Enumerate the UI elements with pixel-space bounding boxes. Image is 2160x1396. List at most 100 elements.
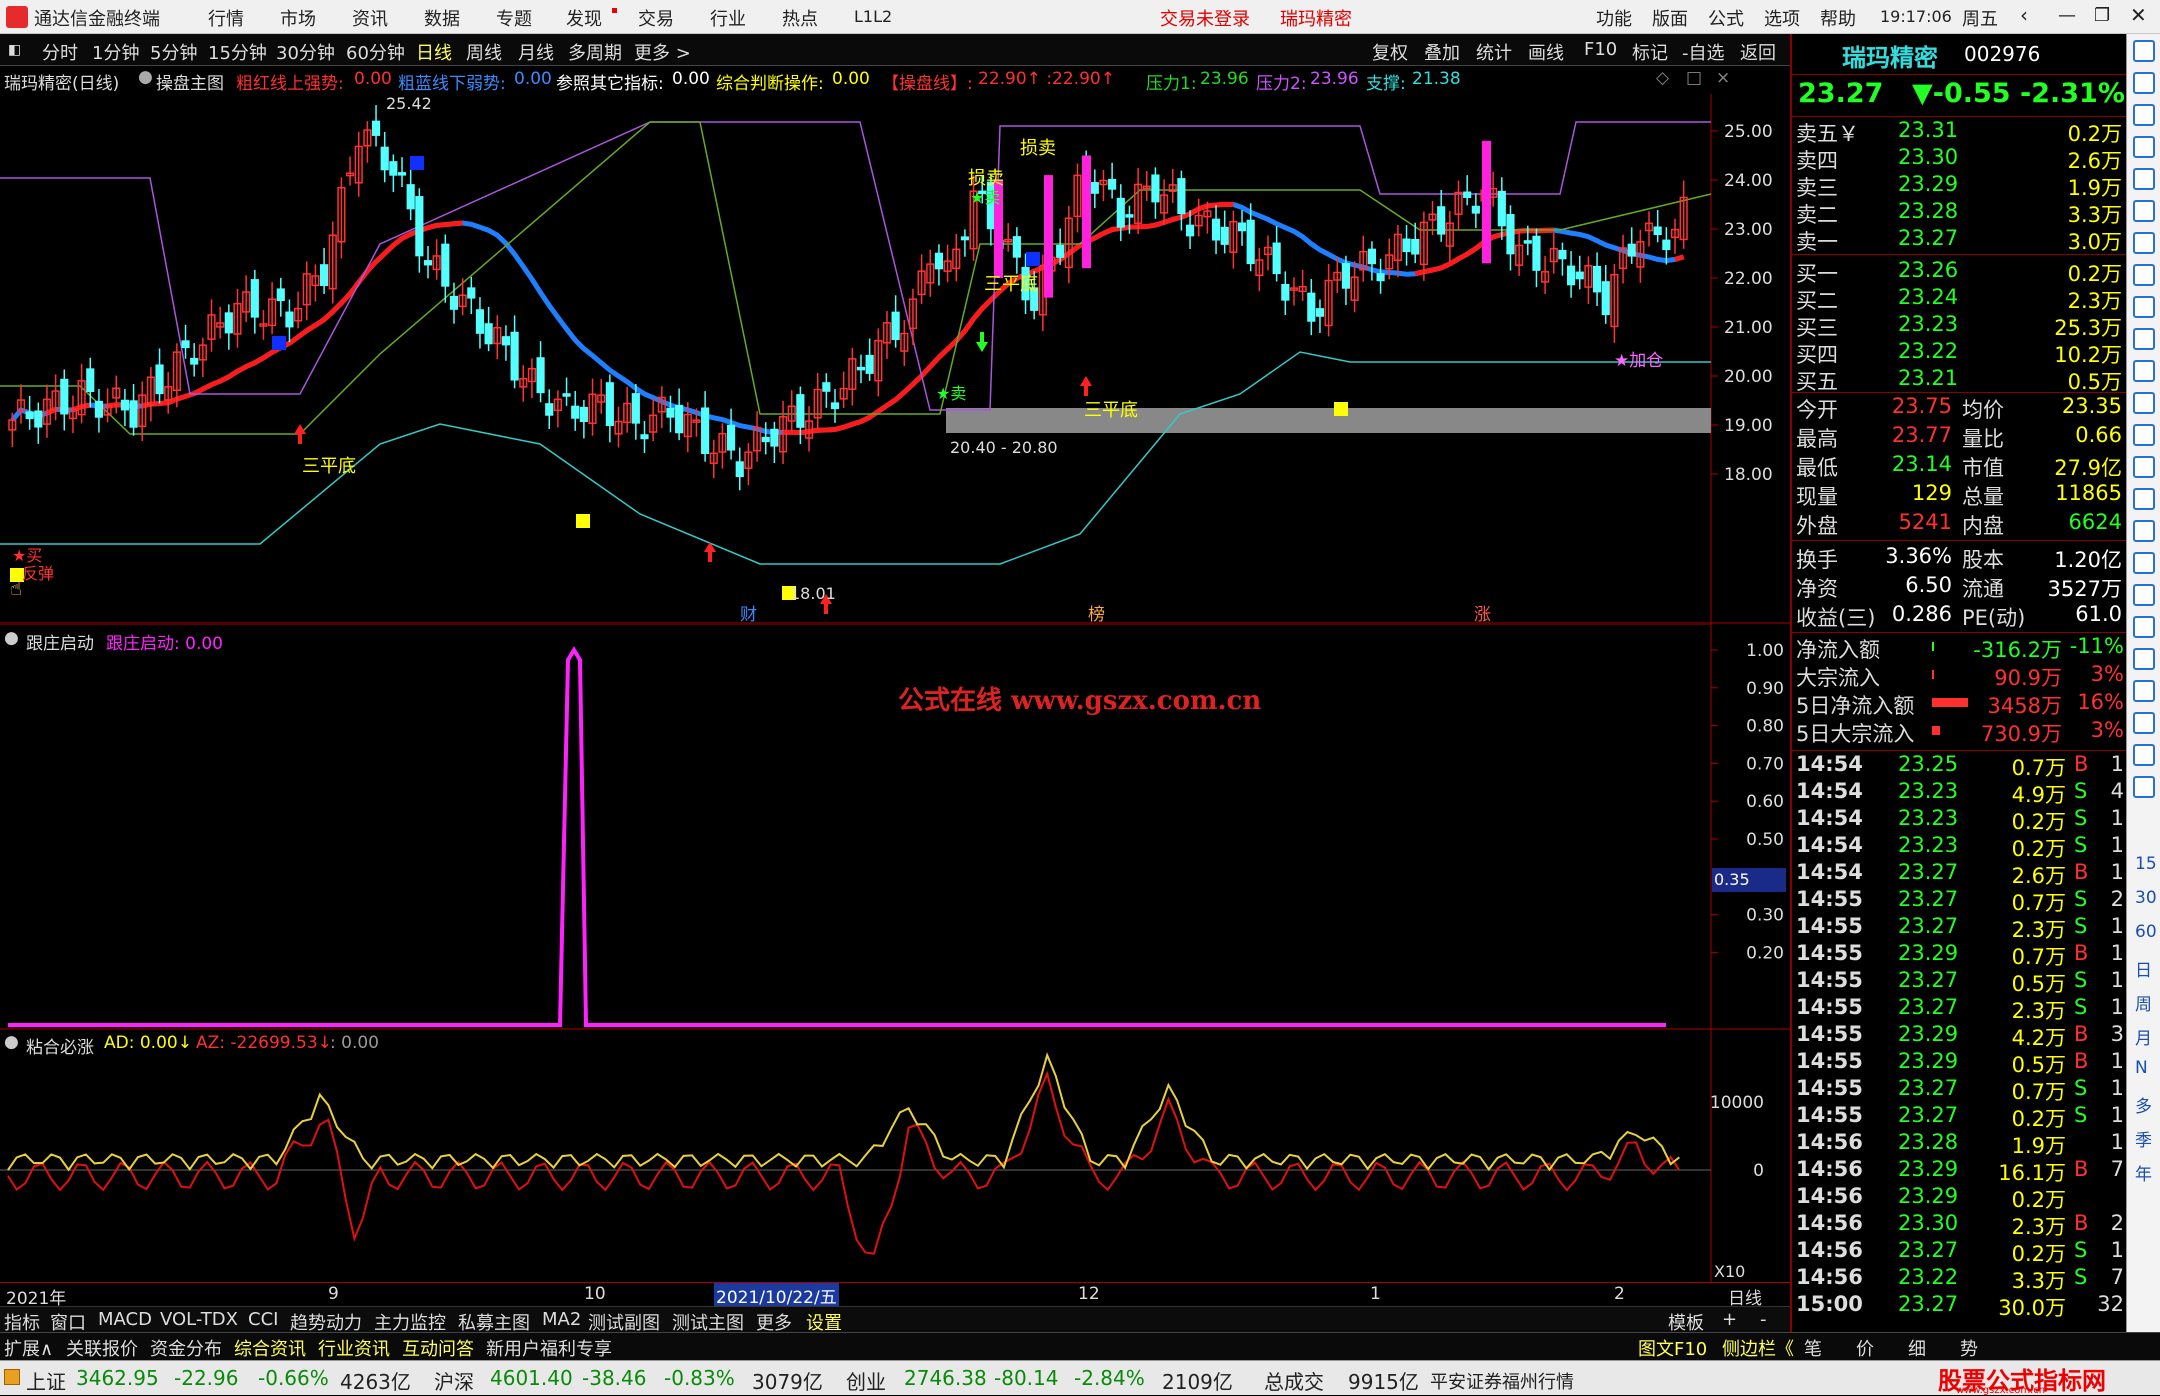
menu-industry[interactable]: 行业 [710,5,746,31]
menu-layout[interactable]: 版面 [1652,5,1688,31]
tab-ma2[interactable]: MA2 [542,1309,581,1330]
tab-detail[interactable]: 细 [1908,1335,1926,1361]
tab-f10-text[interactable]: 图文F10 [1638,1335,1707,1361]
tick-row[interactable]: 14:55 23.29 0.7万 B 1 [1792,941,2128,969]
sidebar-tool-icon[interactable] [2133,456,2155,478]
menu-formula[interactable]: 公式 [1708,5,1744,31]
diamond-icon[interactable]: ◇ [1656,68,1669,88]
index-hs-name[interactable]: 沪深 [434,1366,474,1395]
menu-quote[interactable]: 行情 [208,5,244,31]
period-weekly[interactable]: 周线 [466,39,502,65]
sidebar-tool-icon[interactable] [2133,136,2155,158]
sidebar-tool-icon[interactable] [2133,712,2155,734]
ask-row[interactable]: 卖二 23.28 3.3万 [1792,199,2128,227]
tab-new-user[interactable]: 新用户福利专享 [486,1335,612,1361]
tick-row[interactable]: 14:56 23.28 1.9万 1 [1792,1130,2128,1158]
menu-hot[interactable]: 热点 [782,5,818,31]
sidebar-tool-icon[interactable] [2133,616,2155,638]
stat-row[interactable]: 现量 129 总量 11865 [1792,481,2128,509]
menu-function[interactable]: 功能 [1596,5,1632,31]
tab-price[interactable]: 价 [1856,1335,1874,1361]
tab-tick[interactable]: 笔 [1804,1335,1822,1361]
tool-overlay[interactable]: 叠加 [1424,39,1460,65]
formula-dot-icon[interactable]: ● [138,67,153,87]
tab-related-quote[interactable]: 关联报价 [66,1335,138,1361]
sidebar-tool-icon[interactable] [2133,392,2155,414]
main-formula-name[interactable]: 操盘主图 [156,69,224,94]
tab-composite-news[interactable]: 综合资讯 [234,1335,306,1361]
period-multi[interactable]: 多周期 [568,39,622,65]
period-1min[interactable]: 1分钟 [92,39,139,65]
tick-row[interactable]: 14:55 23.27 0.7万 S 1 [1792,1076,2128,1104]
tick-row[interactable]: 14:56 23.22 3.3万 S 7 [1792,1265,2128,1293]
period-daily[interactable]: 日线 [416,39,452,65]
tool-mark[interactable]: 标记 [1632,39,1668,65]
sidebar-tool-icon[interactable] [2133,40,2155,62]
tab-qa[interactable]: 互动问答 [402,1335,474,1361]
index-sh-name[interactable]: 上证 [26,1366,66,1395]
stat-row[interactable]: 净资 6.50 流通 3527万 [1792,573,2128,601]
main-kline-chart[interactable]: 25.00 24.00 23.00 22.00 21.00 20.00 19.00 18.00… [0,94,1790,625]
tick-row[interactable]: 14:55 23.27 2.3万 S 1 [1792,914,2128,942]
bid-row[interactable]: 买二 23.24 2.3万 [1792,285,2128,313]
panel3-dot-icon[interactable]: ● [4,1032,19,1052]
tick-row[interactable]: 14:55 23.29 0.5万 B 1 [1792,1049,2128,1077]
close-panel-icon[interactable]: × [1716,68,1730,88]
bid-row[interactable]: 买五 23.21 0.5万 [1792,366,2128,394]
stat-row[interactable]: 今开 23.75 均价 23.35 [1792,394,2128,422]
tick-row[interactable]: 14:54 23.23 4.9万 S 4 [1792,779,2128,807]
bid-row[interactable]: 买三 23.23 25.3万 [1792,312,2128,340]
tick-row[interactable]: 14:56 23.29 0.2万 [1792,1184,2128,1212]
period-more[interactable]: 更多 > [634,39,691,65]
sidebar-tool-icon[interactable] [2133,200,2155,222]
tool-back[interactable]: 返回 [1740,39,1776,65]
sidebar-tool-icon[interactable] [2133,744,2155,766]
ask-row[interactable]: 卖四 23.30 2.6万 [1792,145,2128,173]
tick-row[interactable]: 14:55 23.27 0.7万 S 2 [1792,887,2128,915]
menu-options[interactable]: 选项 [1764,5,1800,31]
tab-macd[interactable]: MACD [98,1309,152,1330]
tick-row[interactable]: 14:56 23.30 2.3万 B 2 [1792,1211,2128,1239]
period-monthly[interactable]: 月线 [518,39,554,65]
tool-remove-watchlist[interactable]: -自选 [1682,39,1725,65]
adhesion-panel[interactable]: 10000 0 ● 粘合必涨 AD: 0.00↓ AZ: -22699.53↓ … [0,1030,1790,1282]
tick-row[interactable]: 14:55 23.27 0.5万 S 1 [1792,968,2128,996]
tool-f10[interactable]: F10 [1584,39,1617,60]
index-cy-name[interactable]: 创业 [846,1366,886,1395]
menu-discover[interactable]: 发现 [566,5,602,31]
ask-row[interactable]: 卖一 23.27 3.0万 [1792,226,2128,254]
tab-trend[interactable]: 势 [1960,1335,1978,1361]
period-30min[interactable]: 30分钟 [276,39,335,65]
bid-row[interactable]: 买一 23.26 0.2万 [1792,258,2128,286]
finance-event-tag[interactable]: 财 [740,600,757,625]
period-15min[interactable]: 15分钟 [208,39,267,65]
menu-help[interactable]: 帮助 [1820,5,1856,31]
tick-row[interactable]: 14:55 23.27 0.2万 S 1 [1792,1103,2128,1131]
sidebar-tool-icon[interactable] [2133,424,2155,446]
bid-row[interactable]: 买四 23.22 10.2万 [1792,339,2128,367]
sidebar-tool-icon[interactable] [2133,648,2155,670]
tick-row[interactable]: 15:00 23.27 30.0万 32 [1792,1292,2128,1320]
sidebar-tool-icon[interactable] [2133,584,2155,606]
minimize-icon[interactable]: — [2058,5,2076,26]
sidebar-period-1[interactable]: 30 [2135,888,2157,908]
period-intraday[interactable]: 分时 [42,39,78,65]
tick-row[interactable]: 14:54 23.23 0.2万 S 1 [1792,806,2128,834]
tick-row[interactable]: 14:54 23.25 0.7万 B 1 [1792,752,2128,780]
collapse-icon[interactable]: ◧ [8,42,21,58]
sidebar-period-6[interactable]: N [2135,1058,2148,1078]
tab-sidebar-toggle[interactable]: 侧边栏《 [1722,1335,1794,1361]
tab-fund-dist[interactable]: 资金分布 [150,1335,222,1361]
sidebar-tool-icon[interactable] [2133,552,2155,574]
tab-vol-tdx[interactable]: VOL-TDX [160,1309,238,1330]
menu-trade[interactable]: 交易 [638,5,674,31]
tab-industry-news[interactable]: 行业资讯 [318,1335,390,1361]
menu-l1l2[interactable]: L1L2 [854,7,892,26]
sidebar-tool-icon[interactable] [2133,680,2155,702]
sidebar-tool-icon[interactable] [2133,360,2155,382]
sidebar-period-5[interactable]: 月 [2135,1024,2152,1049]
tick-row[interactable]: 14:54 23.27 2.6万 B 1 [1792,860,2128,888]
tab-expand[interactable]: 扩展∧ [4,1335,53,1361]
stat-row[interactable]: 最低 23.14 市值 27.9亿 [1792,452,2128,480]
stat-row[interactable]: 外盘 5241 内盘 6624 [1792,510,2128,538]
